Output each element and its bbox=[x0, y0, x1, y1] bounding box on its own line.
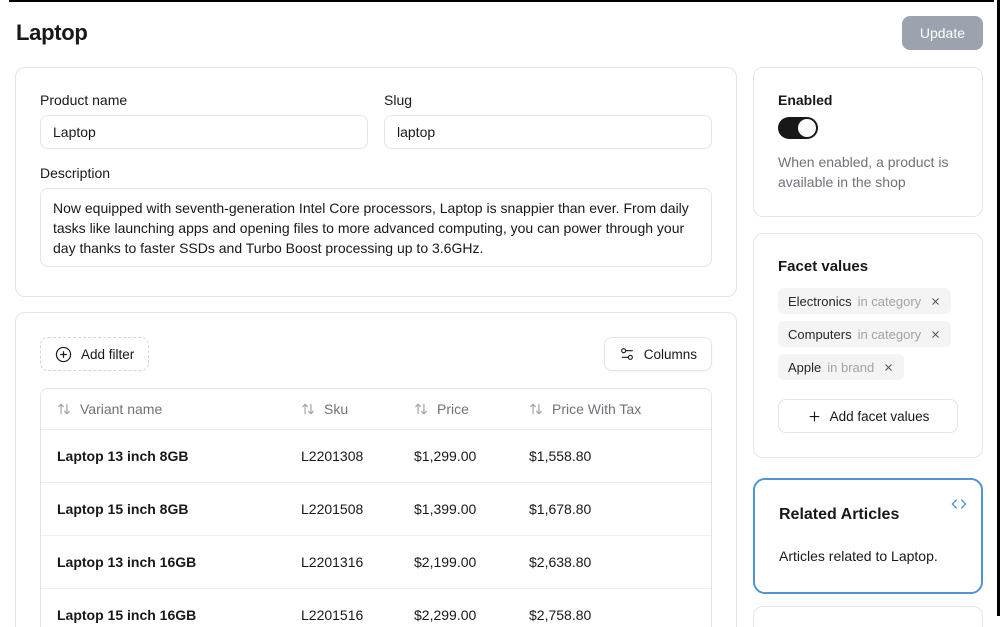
remove-facet-icon[interactable] bbox=[930, 296, 941, 307]
name-slug-row: Product name Slug bbox=[40, 92, 712, 149]
window-edge-top bbox=[9, 0, 994, 2]
add-facet-values-button[interactable]: Add facet values bbox=[778, 399, 958, 433]
table-row[interactable]: Laptop 13 inch 8GB L2201308 $1,299.00 $1… bbox=[41, 429, 711, 482]
facet-chip: Computers in category bbox=[778, 321, 951, 347]
code-icon[interactable] bbox=[951, 496, 967, 512]
sort-icon[interactable] bbox=[57, 402, 71, 416]
page-title: Laptop bbox=[16, 20, 88, 46]
enabled-card: Enabled When enabled, a product is avail… bbox=[753, 67, 983, 217]
assets-card: Assets bbox=[753, 606, 983, 627]
add-filter-label: Add filter bbox=[81, 347, 134, 362]
column-label: Sku bbox=[324, 401, 348, 417]
description-label: Description bbox=[40, 165, 712, 181]
circle-plus-icon bbox=[55, 346, 72, 363]
column-label: Price With Tax bbox=[552, 401, 641, 417]
remove-facet-icon[interactable] bbox=[930, 329, 941, 340]
column-settings-icon bbox=[619, 346, 635, 362]
main-content: Product name Slug Description Now equipp… bbox=[0, 52, 1000, 627]
price-with-tax-cell: $2,638.80 bbox=[513, 554, 711, 570]
sort-icon[interactable] bbox=[301, 402, 315, 416]
slug-input[interactable] bbox=[384, 115, 712, 149]
product-name-input[interactable] bbox=[40, 115, 368, 149]
facet-chip-facet: in category bbox=[858, 327, 922, 342]
facet-values-title: Facet values bbox=[778, 258, 958, 275]
variant-name-cell[interactable]: Laptop 13 inch 16GB bbox=[41, 554, 285, 570]
description-field-group: Description Now equipped with seventh-ge… bbox=[40, 165, 712, 272]
related-articles-card[interactable]: Related Articles Articles related to Lap… bbox=[753, 478, 983, 594]
table-row[interactable]: Laptop 15 inch 16GB L2201516 $2,299.00 $… bbox=[41, 588, 711, 627]
table-row[interactable]: Laptop 13 inch 16GB L2201316 $2,199.00 $… bbox=[41, 535, 711, 588]
facet-chip: Electronics in category bbox=[778, 288, 951, 314]
price-with-tax-cell: $1,558.80 bbox=[513, 448, 711, 464]
related-articles-title: Related Articles bbox=[779, 506, 957, 524]
sku-cell: L2201308 bbox=[285, 448, 398, 464]
main-column: Product name Slug Description Now equipp… bbox=[15, 67, 737, 627]
facet-chip: Apple in brand bbox=[778, 354, 904, 380]
column-header-price[interactable]: Price bbox=[398, 401, 513, 417]
facet-chip-facet: in category bbox=[858, 294, 922, 309]
price-cell: $1,299.00 bbox=[398, 448, 513, 464]
facet-chip-value: Computers bbox=[788, 327, 852, 342]
facet-values-card: Facet values Electronics in category Com… bbox=[753, 233, 983, 458]
table-header-row: Variant name Sku Price Price With Tax bbox=[41, 389, 711, 429]
enabled-label: Enabled bbox=[778, 92, 958, 108]
variant-name-cell[interactable]: Laptop 15 inch 8GB bbox=[41, 501, 285, 517]
facet-chip-value: Electronics bbox=[788, 294, 852, 309]
variant-name-cell[interactable]: Laptop 15 inch 16GB bbox=[41, 607, 285, 623]
product-name-label: Product name bbox=[40, 92, 368, 108]
price-with-tax-cell: $1,678.80 bbox=[513, 501, 711, 517]
facet-chip-list: Electronics in category Computers in cat… bbox=[778, 288, 958, 387]
variants-card: Add filter Columns Variant name bbox=[15, 312, 737, 627]
description-input[interactable]: Now equipped with seventh-generation Int… bbox=[40, 188, 712, 267]
column-header-variant-name[interactable]: Variant name bbox=[41, 401, 285, 417]
related-articles-description: Articles related to Laptop. bbox=[779, 548, 957, 564]
sidebar: Enabled When enabled, a product is avail… bbox=[753, 67, 983, 627]
add-facet-values-label: Add facet values bbox=[830, 409, 930, 424]
facet-chip-value: Apple bbox=[788, 360, 821, 375]
sku-cell: L2201516 bbox=[285, 607, 398, 623]
table-body: Laptop 13 inch 8GB L2201308 $1,299.00 $1… bbox=[41, 429, 711, 627]
table-row[interactable]: Laptop 15 inch 8GB L2201508 $1,399.00 $1… bbox=[41, 482, 711, 535]
sku-cell: L2201508 bbox=[285, 501, 398, 517]
sku-cell: L2201316 bbox=[285, 554, 398, 570]
columns-button[interactable]: Columns bbox=[604, 337, 712, 371]
enabled-toggle[interactable] bbox=[778, 117, 818, 139]
enabled-description: When enabled, a product is available in … bbox=[778, 152, 958, 192]
column-header-sku[interactable]: Sku bbox=[285, 401, 398, 417]
column-label: Variant name bbox=[80, 401, 162, 417]
variants-toolbar: Add filter Columns bbox=[40, 337, 712, 371]
update-button[interactable]: Update bbox=[902, 16, 983, 50]
price-cell: $2,199.00 bbox=[398, 554, 513, 570]
product-details-card: Product name Slug Description Now equipp… bbox=[15, 67, 737, 297]
price-cell: $2,299.00 bbox=[398, 607, 513, 623]
columns-label: Columns bbox=[644, 347, 697, 362]
sort-icon[interactable] bbox=[414, 402, 428, 416]
add-filter-button[interactable]: Add filter bbox=[40, 337, 149, 371]
variant-name-cell[interactable]: Laptop 13 inch 8GB bbox=[41, 448, 285, 464]
facet-chip-facet: in brand bbox=[827, 360, 874, 375]
plus-icon bbox=[807, 409, 822, 424]
price-with-tax-cell: $2,758.80 bbox=[513, 607, 711, 623]
product-name-field-group: Product name bbox=[40, 92, 368, 149]
toggle-knob bbox=[798, 119, 816, 137]
remove-facet-icon[interactable] bbox=[883, 362, 894, 373]
column-header-price-with-tax[interactable]: Price With Tax bbox=[513, 401, 711, 417]
column-label: Price bbox=[437, 401, 469, 417]
variants-table: Variant name Sku Price Price With Tax bbox=[40, 388, 712, 627]
price-cell: $1,399.00 bbox=[398, 501, 513, 517]
slug-field-group: Slug bbox=[384, 92, 712, 149]
sort-icon[interactable] bbox=[529, 402, 543, 416]
slug-label: Slug bbox=[384, 92, 712, 108]
page-header: Laptop Update bbox=[0, 0, 1000, 52]
